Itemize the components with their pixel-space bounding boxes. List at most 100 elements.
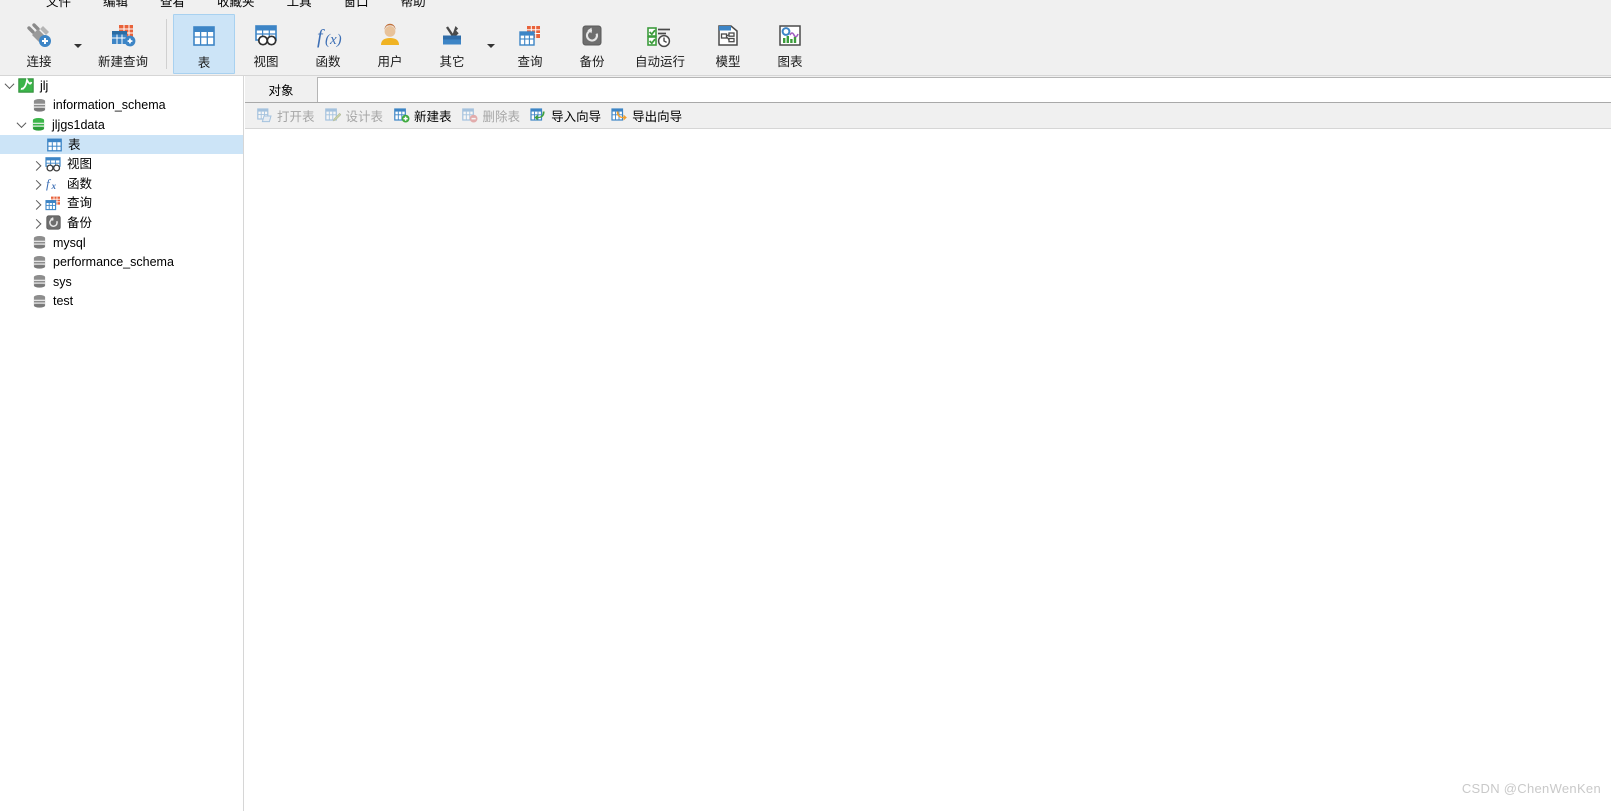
- ribbon-button-view[interactable]: 视图: [235, 14, 297, 74]
- action-import-wizard[interactable]: 导入向导: [527, 105, 608, 127]
- ribbon-button-table[interactable]: 表: [173, 14, 235, 74]
- menu-bar: 文件 编辑 查看 收藏夹 工具 窗口 帮助: [0, 0, 1611, 13]
- main-panel: 对象 打开表 设计表 新建表 删除表 导入向导 导出向导: [245, 76, 1611, 811]
- tree-node-functions[interactable]: f x 函数: [0, 174, 243, 194]
- chevron-down-icon: [16, 118, 27, 129]
- tree-node-jljgs1data[interactable]: jljgs1data: [0, 115, 243, 135]
- chevron-right-icon: [31, 219, 42, 230]
- twisty-expanded-icon[interactable]: [14, 118, 29, 129]
- database-icon: [30, 274, 48, 290]
- tree-label-information-schema: information_schema: [53, 98, 166, 113]
- tree-node-backups[interactable]: 备份: [0, 213, 243, 233]
- tree-label-backups: 备份: [67, 215, 93, 230]
- tree-label-mysql: mysql: [53, 235, 86, 250]
- action-label-delete-table: 删除表: [482, 110, 521, 124]
- table-icon: [45, 137, 63, 153]
- ribbon-button-backup[interactable]: 备份: [561, 14, 623, 74]
- action-delete-table[interactable]: 删除表: [459, 105, 528, 127]
- twisty-collapsed-icon[interactable]: [29, 160, 44, 171]
- ribbon-button-other[interactable]: 其它: [421, 14, 483, 74]
- tree-node-information-schema[interactable]: information_schema: [0, 96, 243, 116]
- tree-node-views[interactable]: 视图: [0, 154, 243, 174]
- export-wizard-icon: [611, 108, 628, 124]
- ribbon-label-new-query: 新建查询: [97, 55, 148, 69]
- object-action-toolbar: 打开表 设计表 新建表 删除表 导入向导 导出向导: [245, 103, 1611, 129]
- delete-table-icon: [462, 108, 479, 124]
- tree-node-test[interactable]: test: [0, 292, 243, 312]
- tree-label-sys: sys: [53, 274, 72, 289]
- ribbon-button-new-query[interactable]: 新建查询: [86, 14, 160, 74]
- twisty-collapsed-icon[interactable]: [29, 219, 44, 230]
- menu-item-help[interactable]: 帮助: [385, 0, 442, 12]
- action-export-wizard[interactable]: 导出向导: [608, 105, 689, 127]
- database-icon: [30, 293, 48, 309]
- menu-item-favorites[interactable]: 收藏夹: [201, 0, 271, 12]
- object-filter-input[interactable]: [317, 77, 1611, 102]
- twisty-expanded-icon[interactable]: [2, 79, 17, 90]
- action-open-table[interactable]: 打开表: [253, 105, 322, 127]
- twisty-collapsed-icon[interactable]: [29, 180, 44, 191]
- chevron-right-icon: [31, 160, 42, 171]
- ribbon-button-model[interactable]: 模型: [697, 14, 759, 74]
- model-icon: [714, 21, 742, 51]
- action-design-table[interactable]: 设计表: [322, 105, 391, 127]
- twisty-collapsed-icon[interactable]: [29, 199, 44, 210]
- connection-tree-sidebar[interactable]: jlj information_schema jljgs1data 表 视图 f…: [0, 76, 244, 811]
- ribbon-label-automation: 自动运行: [634, 55, 685, 69]
- ribbon-label-backup: 备份: [579, 55, 605, 69]
- menu-item-window[interactable]: 窗口: [328, 0, 385, 12]
- ribbon-toolbar: 连接 新建查询 表 视图 f (x) 函数 用户 其它 查询 备份 自动运行 模…: [0, 13, 1611, 76]
- database-icon: [30, 97, 48, 113]
- new-table-icon: [393, 108, 410, 124]
- ribbon-button-connection[interactable]: 连接: [8, 14, 70, 74]
- action-label-new-table: 新建表: [414, 110, 452, 124]
- tree-node-jlj[interactable]: jlj: [0, 76, 243, 96]
- chevron-down-icon: [4, 79, 15, 90]
- action-label-design-table: 设计表: [345, 110, 384, 124]
- tree-node-performance-schema[interactable]: performance_schema: [0, 252, 243, 272]
- tree-label-queries: 查询: [67, 196, 93, 211]
- table-icon: [190, 22, 218, 52]
- tree-node-queries[interactable]: 查询: [0, 194, 243, 214]
- tab-objects[interactable]: 对象: [245, 76, 317, 102]
- tree-label-jlj: jlj: [40, 78, 49, 93]
- object-tab-bar: 对象: [245, 76, 1611, 103]
- connection-icon: [24, 21, 54, 51]
- view-icon: [44, 156, 62, 172]
- action-label-import-wizard: 导入向导: [551, 110, 602, 124]
- ribbon-label-other: 其它: [439, 55, 465, 69]
- tree-node-sys[interactable]: sys: [0, 272, 243, 292]
- connection-dropdown-caret-icon[interactable]: [70, 13, 86, 73]
- menu-item-view[interactable]: 查看: [144, 0, 201, 12]
- tree-label-test: test: [53, 294, 74, 309]
- ribbon-button-function[interactable]: f (x) 函数: [297, 14, 359, 74]
- query-icon: [516, 21, 544, 51]
- ribbon-button-user[interactable]: 用户: [359, 14, 421, 74]
- menu-item-tools[interactable]: 工具: [271, 0, 328, 12]
- navicat-connection-icon: [17, 78, 35, 94]
- new-query-icon: [108, 21, 138, 51]
- chart-icon: [776, 21, 804, 51]
- ribbon-button-chart[interactable]: 图表: [759, 14, 821, 74]
- object-list-area[interactable]: [245, 130, 1611, 811]
- ribbon-label-connection: 连接: [26, 55, 52, 69]
- ribbon-label-view: 视图: [253, 55, 279, 69]
- action-new-table[interactable]: 新建表: [390, 105, 459, 127]
- ribbon-label-model: 模型: [715, 55, 741, 69]
- ribbon-label-function: 函数: [315, 55, 341, 69]
- menu-item-edit[interactable]: 编辑: [87, 0, 144, 12]
- tree-label-performance-schema: performance_schema: [53, 255, 174, 270]
- menu-item-file[interactable]: 文件: [30, 0, 87, 12]
- svg-text:f: f: [317, 26, 325, 48]
- tree-node-tables[interactable]: 表: [0, 134, 243, 155]
- database-icon: [30, 254, 48, 270]
- other-dropdown-caret-icon[interactable]: [483, 13, 499, 73]
- ribbon-button-automation[interactable]: 自动运行: [623, 14, 697, 74]
- ribbon-button-query[interactable]: 查询: [499, 14, 561, 74]
- tree-node-mysql[interactable]: mysql: [0, 233, 243, 253]
- ribbon-label-table: 表: [197, 56, 211, 70]
- ribbon-label-query: 查询: [517, 55, 543, 69]
- svg-text:(x): (x): [325, 32, 342, 48]
- function-icon: f x: [44, 176, 62, 192]
- automation-icon: [645, 21, 675, 51]
